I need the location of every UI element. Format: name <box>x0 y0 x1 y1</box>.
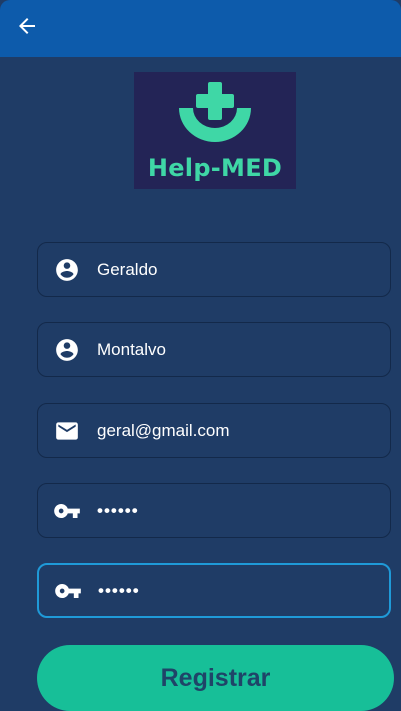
first-name-field[interactable]: Geraldo <box>37 242 391 297</box>
back-button[interactable] <box>12 11 42 41</box>
logo-text: Help-MED <box>147 154 283 182</box>
email-icon <box>53 417 81 445</box>
email-value: geral@gmail.com <box>97 420 230 440</box>
last-name-field[interactable]: Montalvo <box>37 322 391 377</box>
last-name-value: Montalvo <box>97 339 166 359</box>
first-name-value: Geraldo <box>97 259 158 279</box>
confirm-password-field[interactable]: •••••• <box>37 563 391 618</box>
password-field[interactable]: •••••• <box>37 483 391 538</box>
person-icon <box>53 336 81 364</box>
register-button[interactable]: Registrar <box>37 645 394 711</box>
password-value: •••••• <box>97 500 139 520</box>
confirm-password-value: •••••• <box>98 580 140 600</box>
key-icon <box>53 497 81 525</box>
medical-cross-logo-icon <box>179 82 251 142</box>
arrow-back-icon <box>19 18 35 34</box>
email-field[interactable]: geral@gmail.com <box>37 403 391 458</box>
key-icon <box>54 577 82 605</box>
person-icon <box>53 256 81 284</box>
app-logo: Help-MED <box>134 72 296 189</box>
app-bar <box>0 0 401 57</box>
